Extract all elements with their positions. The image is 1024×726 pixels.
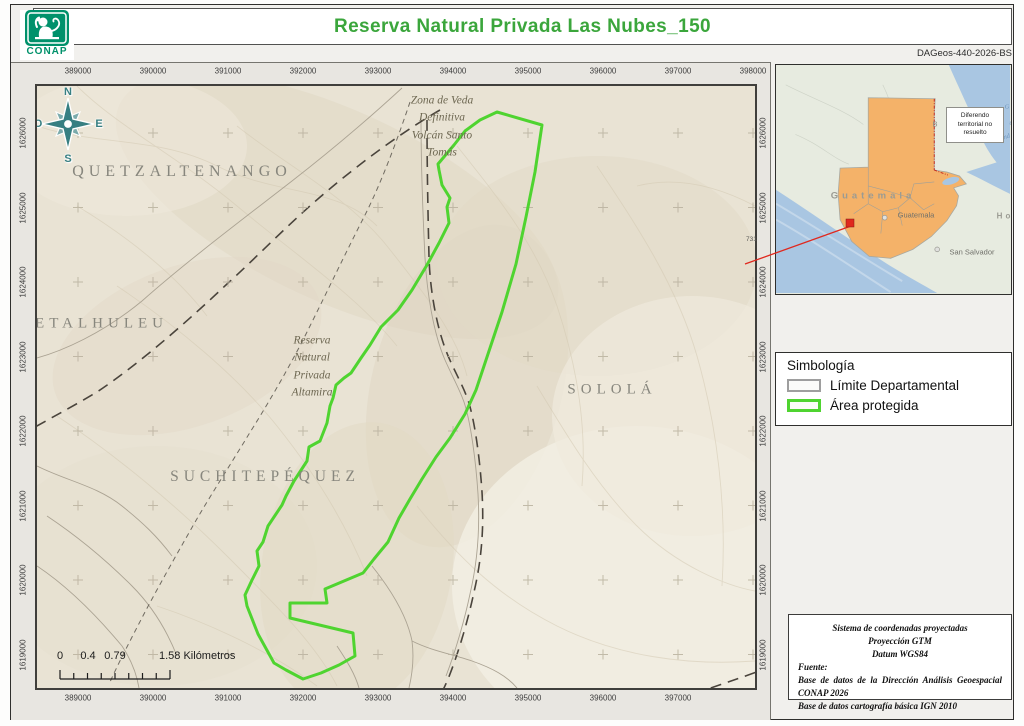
altamira-line-4: Altamira [292,384,333,401]
page-title: Reserva Natural Privada Las Nubes_150 [334,16,711,38]
credits-projection: Proyección GTM [798,635,1002,648]
department-label-solola: SOLOLÁ [567,382,656,399]
legend-label-limite: Límite Departamental [830,378,959,393]
guatemala-city-dot [882,215,887,220]
legend-title: Simbología [787,358,1011,373]
altamira-line-3: Privada [292,367,333,384]
conap-logo-icon [25,10,69,46]
document-id: DAGeos-440-2026-BS [800,48,1012,59]
main-map: N E S O QUETZALTENANGO RETALHULEU SOLOLÁ… [35,84,757,690]
legend-box: Simbología Límite Departamental Área pro… [775,352,1012,426]
inset-san-salvador-label: San Salvador [949,248,994,257]
scale-tick-04: 0.4 [80,650,95,662]
inset-capital-label: Guatemala [898,211,935,220]
department-label-quetzaltenango: QUETZALTENANGO [72,163,292,181]
scale-tick-0: 0 [57,650,63,662]
inset-country-label: Guatemala [831,191,916,202]
scale-bar: 0 0.4 0.79 1.58 Kilómetros [55,650,315,688]
zona-line-3: Volcán Santo [411,127,474,144]
inset-belize-fragment: B [932,120,937,129]
inset-map-canvas [776,65,1010,293]
legend-item-departmental-limit: Límite Departamental [787,378,1011,393]
conap-logo: CONAP [20,10,74,60]
compass-east-label: E [95,118,102,130]
inset-honduras-fragment: Ho [997,212,1012,221]
reserva-altamira-label: Reserva Natural Privada Altamira [292,333,333,402]
header-bar: Reserva Natural Privada Las Nubes_150 [33,8,1012,45]
credits-coord-system: Sistema de coordenadas proyectadas [798,622,1002,635]
zona-de-veda-label: Zona de Veda Definitiva Volcán Santo Tom… [411,93,474,162]
compass-rose-icon [40,96,96,152]
legend-item-protected-area: Área protegida [787,398,1011,413]
territorial-dispute-note: Diferendo territorial no resuelto [946,107,1004,143]
conap-logo-label: CONAP [20,46,74,58]
zona-line-4: Tomás [411,144,474,161]
departmental-limit-swatch [787,379,821,392]
department-label-retalhuleu: RETALHULEU [35,316,168,333]
compass-south-label: S [64,153,71,165]
compass-north-label: N [64,86,72,98]
inset-locator-map: Guatemala Guatemala San Salvador Ho B G … [775,64,1012,295]
credits-source-heading: Fuente: [798,661,1002,674]
credits-source-1: Base de datos de la Dirección Análisis G… [798,674,1002,700]
protected-area-swatch [787,399,821,412]
monkey-icon [25,10,69,46]
compass-west-label: O [35,118,42,130]
san-salvador-dot [935,247,940,252]
department-label-suchitepequez: SUCHITEPÉQUEZ [170,468,360,486]
zona-line-1: Zona de Veda [411,93,474,110]
altamira-line-1: Reserva [292,333,333,350]
legend-label-area: Área protegida [830,398,919,413]
scale-tick-158: 1.58 Kilómetros [159,650,235,662]
inset-water-fragment-2: u [1009,120,1012,127]
altamira-line-2: Natural [292,350,333,367]
map-document-page: { "header": { "title": "Reserva Natural … [0,0,1024,726]
credits-datum: Datum WGS84 [798,648,1002,661]
leader-label: 731 [746,236,757,243]
scale-tick-079: 0.79 [104,650,125,662]
credits-box: Sistema de coordenadas proyectadas Proye… [788,614,1012,700]
inset-water-fragment-1: G [1005,104,1010,111]
credits-source-2: Base de datos cartografía básica IGN 201… [798,700,1002,713]
zona-line-2: Definitiva [411,110,474,127]
scale-bar-ruler [55,666,195,686]
